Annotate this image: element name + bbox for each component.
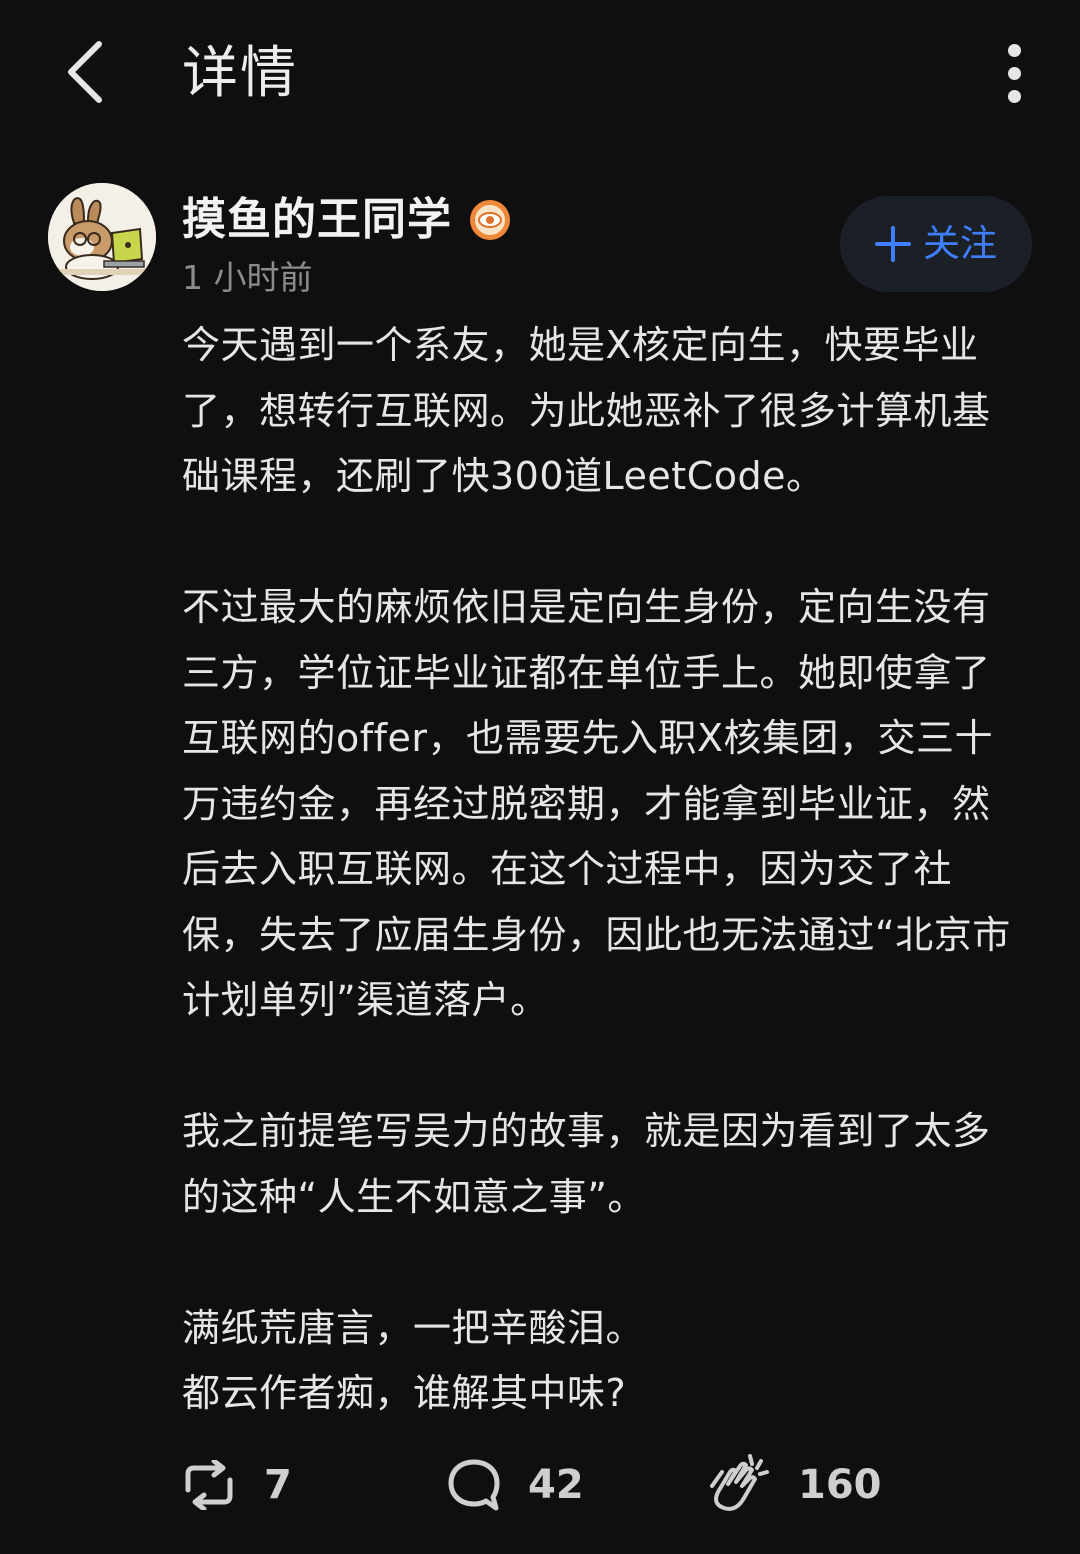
post-paragraph: 满纸荒唐言，一把辛酸泪。 都云作者痴，谁解其中味? bbox=[182, 1305, 645, 1416]
follow-label: 关注 bbox=[923, 222, 997, 265]
clap-button[interactable]: 160 bbox=[706, 1448, 882, 1522]
repost-button[interactable]: 7 bbox=[180, 1448, 292, 1522]
clap-count: 160 bbox=[798, 1462, 882, 1508]
repost-count: 7 bbox=[264, 1462, 292, 1508]
action-bar: 7 42 160 bbox=[0, 1448, 1080, 1522]
avatar[interactable] bbox=[48, 183, 156, 291]
post-paragraph: 不过最大的麻烦依旧是定向生身份，定向生没有三方，学位证毕业证都在单位手上。她即使… bbox=[182, 585, 1011, 1022]
avatar-rabbit-laptop-icon bbox=[48, 183, 156, 291]
comment-button[interactable]: 42 bbox=[446, 1448, 584, 1522]
author-name-row[interactable]: 摸鱼的王同学 bbox=[182, 190, 512, 250]
clap-icon bbox=[710, 1454, 769, 1511]
post-paragraph: 我之前提笔写吴力的故事，就是因为看到了太多的这种“人生不如意之事”。 bbox=[182, 1109, 991, 1219]
more-options-button[interactable] bbox=[990, 40, 1038, 106]
post-paragraph: 今天遇到一个系友，她是X核定向生，快要毕业了，想转行互联网。为此她恶补了很多计算… bbox=[182, 323, 991, 498]
more-vertical-icon bbox=[1007, 43, 1021, 57]
comment-icon bbox=[448, 1459, 500, 1511]
post-time: 1 小时前 bbox=[182, 258, 313, 297]
repost-icon bbox=[185, 1460, 233, 1510]
plus-icon bbox=[875, 226, 911, 262]
verified-badge-icon bbox=[470, 200, 510, 240]
top-bar: 详情 bbox=[0, 0, 1080, 150]
back-button[interactable] bbox=[50, 36, 120, 108]
chevron-left-icon bbox=[68, 41, 102, 103]
page-title: 详情 bbox=[182, 41, 298, 106]
post-content: 今天遇到一个系友，她是X核定向生，快要毕业了，想转行互联网。为此她恶补了很多计算… bbox=[182, 313, 1028, 1427]
comment-count: 42 bbox=[528, 1462, 584, 1508]
more-vertical-icon-dot bbox=[1007, 66, 1021, 80]
author-name: 摸鱼的王同学 bbox=[182, 194, 452, 245]
more-vertical-icon-dot bbox=[1007, 89, 1021, 103]
follow-button[interactable]: 关注 bbox=[840, 196, 1032, 292]
